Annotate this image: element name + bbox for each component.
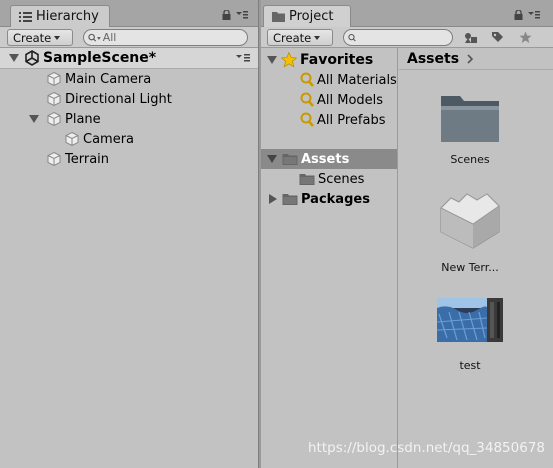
asset-label: New Terr... [441, 261, 499, 274]
gameobject-cube-icon [47, 151, 61, 167]
hierarchy-item-terrain[interactable]: Terrain [0, 149, 258, 169]
hierarchy-search-input[interactable] [102, 31, 247, 44]
asset-label: Scenes [450, 153, 490, 166]
gameobject-cube-icon [65, 131, 79, 147]
hierarchy-item-label: Main Camera [65, 71, 152, 87]
hierarchy-tabbar: Hierarchy [0, 0, 258, 27]
folder-packages[interactable]: Packages [261, 189, 397, 209]
folder-icon [272, 12, 285, 22]
hierarchy-item-plane[interactable]: Plane [0, 109, 258, 129]
favorite-item-all-models[interactable]: All Models [261, 90, 397, 110]
expand-arrow-icon[interactable] [9, 54, 19, 62]
favorites-label: Favorites [300, 52, 374, 68]
panel-menu-icon[interactable] [528, 11, 540, 19]
breadcrumb: Assets [399, 48, 553, 70]
project-asset-browser: Assets Scenes New Terr... test [399, 48, 553, 468]
chevron-down-icon [314, 36, 321, 40]
star-icon [281, 52, 297, 68]
scene-menu-icon[interactable] [236, 54, 250, 62]
favorite-item-all-prefabs[interactable]: All Prefabs [261, 110, 397, 130]
folder-assets-label: Assets [301, 151, 350, 167]
project-search-input[interactable] [362, 31, 452, 44]
hierarchy-item-directional-light[interactable]: Directional Light [0, 89, 258, 109]
project-create-button[interactable]: Create [267, 29, 333, 46]
folder-icon [282, 154, 298, 165]
project-tabbar: Project [261, 0, 553, 27]
create-label: Create [273, 30, 312, 45]
tab-project[interactable]: Project [263, 5, 351, 27]
tag-icon [491, 32, 503, 42]
folder-icon [441, 96, 499, 142]
hierarchy-item-label: Camera [83, 131, 135, 147]
gameobject-cube-icon [47, 71, 61, 87]
chevron-right-icon [467, 53, 474, 64]
gameobject-cube-icon [47, 111, 61, 127]
search-icon [348, 33, 356, 41]
asset-new-terrain[interactable]: New Terr... [425, 188, 515, 274]
hierarchy-item-main-camera[interactable]: Main Camera [0, 69, 258, 89]
terrain-icon [440, 193, 500, 249]
hierarchy-toolbar: Create [0, 27, 258, 48]
folder-packages-label: Packages [301, 191, 370, 207]
tab-hierarchy[interactable]: Hierarchy [10, 5, 110, 27]
expand-arrow-icon[interactable] [267, 155, 277, 163]
hierarchy-panel: Hierarchy Create SampleScene* [0, 0, 258, 468]
scene-header[interactable]: SampleScene* [0, 48, 258, 69]
hierarchy-item-label: Directional Light [65, 91, 172, 107]
favorite-item-label: All Materials [317, 72, 397, 88]
project-panel: Project Create Favorites All Materials A… [261, 0, 553, 468]
expand-arrow-icon[interactable] [267, 56, 277, 64]
breadcrumb-assets[interactable]: Assets [407, 51, 459, 67]
favorites-header[interactable]: Favorites [261, 50, 397, 70]
unity-logo-icon [25, 50, 39, 66]
asset-test-texture[interactable]: test [425, 298, 515, 372]
search-by-label-button[interactable] [485, 29, 509, 46]
search-by-type-button[interactable] [459, 29, 483, 46]
folder-assets[interactable]: Assets [261, 149, 397, 169]
project-folder-tree: Favorites All Materials All Models All P… [261, 48, 398, 468]
hierarchy-item-label: Terrain [65, 151, 110, 167]
favorite-item-all-materials[interactable]: All Materials [261, 70, 397, 90]
favorites-filter-button[interactable] [513, 29, 537, 46]
create-label: Create [13, 30, 52, 45]
search-magnifier-icon [300, 112, 314, 127]
search-magnifier-icon [300, 92, 314, 107]
project-toolbar: Create [261, 27, 553, 48]
folder-icon [299, 174, 315, 185]
search-magnifier-icon [300, 72, 314, 87]
favorite-item-label: All Prefabs [317, 112, 386, 128]
tab-hierarchy-label: Hierarchy [36, 9, 99, 24]
shapes-icon [465, 32, 477, 43]
lock-icon[interactable] [514, 10, 523, 20]
hierarchy-search[interactable] [83, 29, 248, 46]
panel-menu-icon[interactable] [236, 11, 248, 19]
expand-arrow-icon[interactable] [29, 115, 39, 123]
hierarchy-item-label: Plane [65, 111, 101, 127]
asset-label: test [459, 359, 481, 372]
favorite-item-label: All Models [317, 92, 384, 108]
project-search[interactable] [343, 29, 453, 46]
search-icon [88, 33, 101, 42]
tab-project-label: Project [289, 9, 334, 24]
watermark: https://blog.csdn.net/qq_34850678 [307, 440, 545, 456]
folder-scenes[interactable]: Scenes [261, 169, 397, 189]
list-icon [19, 12, 32, 22]
folder-scenes-label: Scenes [318, 171, 365, 187]
gameobject-cube-icon [47, 91, 61, 107]
hierarchy-create-button[interactable]: Create [7, 29, 73, 46]
chevron-down-icon [54, 36, 61, 40]
lock-icon[interactable] [222, 10, 231, 20]
folder-icon [282, 194, 298, 205]
texture-thumbnail [436, 298, 503, 342]
star-icon [519, 31, 531, 43]
asset-scenes-folder[interactable]: Scenes [425, 92, 515, 166]
scene-name: SampleScene* [43, 50, 157, 66]
expand-arrow-icon[interactable] [269, 194, 277, 204]
hierarchy-item-camera[interactable]: Camera [0, 129, 258, 149]
